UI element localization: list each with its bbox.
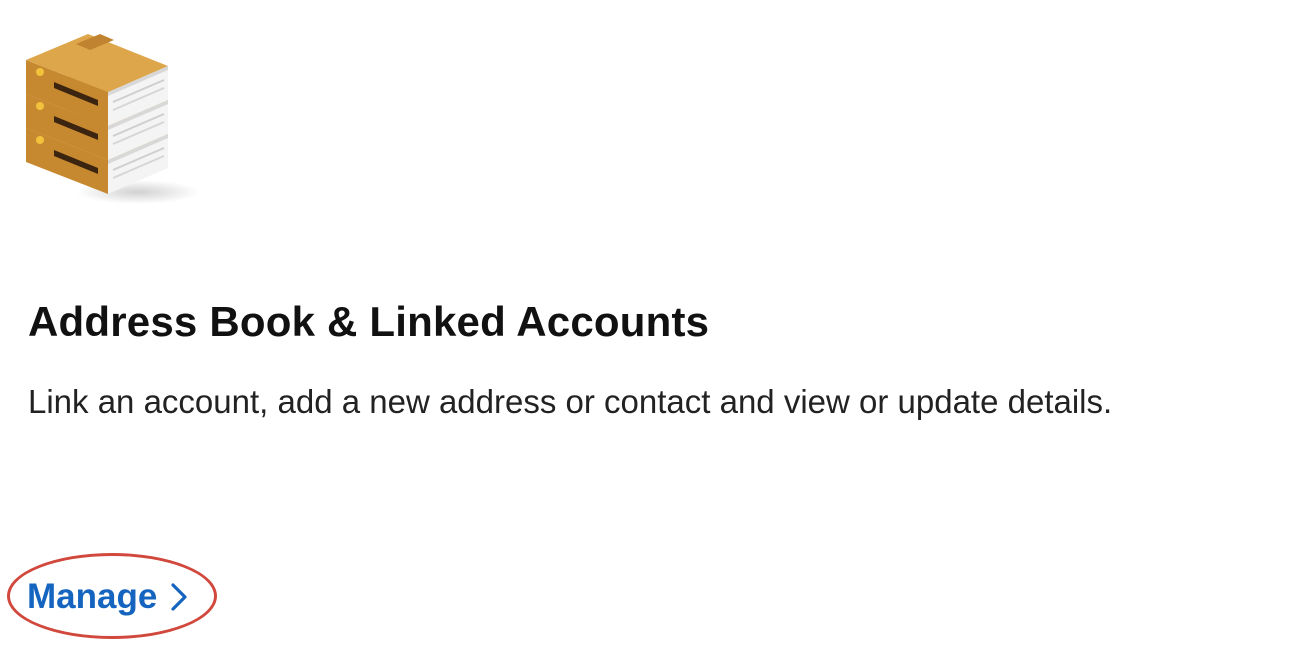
chevron-right-icon bbox=[171, 583, 187, 611]
manage-link[interactable]: Manage bbox=[27, 574, 189, 620]
card-description: Link an account, add a new address or co… bbox=[28, 383, 1113, 420]
manage-link-label: Manage bbox=[27, 577, 158, 616]
stacked-books-icon bbox=[26, 34, 200, 204]
card-title: Address Book & Linked Accounts bbox=[28, 298, 710, 345]
address-book-card: Address Book & Linked Accounts Link an a… bbox=[0, 0, 1295, 649]
